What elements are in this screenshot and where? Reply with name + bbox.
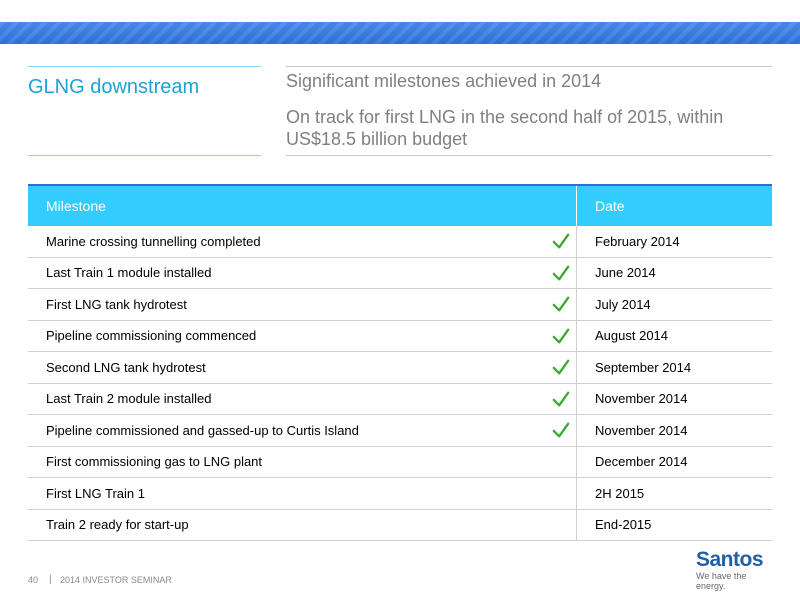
milestone-cell: Second LNG tank hydrotest bbox=[28, 351, 546, 384]
table-row: Pipeline commissioning commenced August 2… bbox=[28, 320, 772, 352]
status-cell bbox=[546, 226, 577, 258]
date-cell: 2H 2015 bbox=[576, 477, 772, 510]
status-cell bbox=[546, 320, 577, 352]
footer-separator: | bbox=[49, 574, 52, 585]
milestone-cell: Pipeline commissioning commenced bbox=[28, 320, 546, 352]
check-icon bbox=[552, 359, 570, 375]
status-cell bbox=[546, 351, 577, 384]
table-row: Marine crossing tunnelling completed Febr… bbox=[28, 226, 772, 258]
table-header-row: Milestone Date bbox=[28, 184, 772, 226]
table-row: Last Train 2 module installed November 20… bbox=[28, 383, 772, 415]
check-icon bbox=[552, 296, 570, 312]
check-icon bbox=[552, 422, 570, 438]
check-icon bbox=[552, 391, 570, 407]
check-icon bbox=[552, 328, 570, 344]
milestone-table: Milestone Date Marine crossing tunnellin… bbox=[28, 184, 772, 541]
milestone-cell: Train 2 ready for start-up bbox=[28, 509, 546, 541]
date-column-header: Date bbox=[576, 184, 772, 226]
date-cell: November 2014 bbox=[576, 414, 772, 447]
date-cell: December 2014 bbox=[576, 446, 772, 478]
date-cell: July 2014 bbox=[576, 288, 772, 321]
subtitle-rule-bottom bbox=[286, 155, 772, 156]
status-cell bbox=[546, 509, 577, 541]
table-row: First LNG tank hydrotest July 2014 bbox=[28, 288, 772, 321]
date-cell: February 2014 bbox=[576, 226, 772, 258]
milestone-cell: Last Train 2 module installed bbox=[28, 383, 546, 415]
santos-logo: Santos We have the energy. bbox=[696, 548, 776, 592]
top-banner-pattern bbox=[0, 22, 800, 44]
date-cell: End-2015 bbox=[576, 509, 772, 541]
title-rule-top bbox=[28, 66, 261, 67]
table-row: Second LNG tank hydrotest September 2014 bbox=[28, 351, 772, 384]
subtitle-rule-top bbox=[286, 66, 772, 67]
status-cell bbox=[546, 414, 577, 447]
table-row: Last Train 1 module installed June 2014 bbox=[28, 257, 772, 289]
top-banner bbox=[0, 0, 800, 44]
table-row: Pipeline commissioned and gassed-up to C… bbox=[28, 414, 772, 447]
date-cell: June 2014 bbox=[576, 257, 772, 289]
logo-tagline: We have the energy. bbox=[696, 571, 747, 591]
milestone-cell: First commissioning gas to LNG plant bbox=[28, 446, 546, 478]
title-rule-bottom bbox=[28, 155, 261, 156]
milestone-cell: Last Train 1 module installed bbox=[28, 257, 546, 289]
milestone-cell: First LNG Train 1 bbox=[28, 477, 546, 510]
subtitle-milestones: Significant milestones achieved in 2014 bbox=[286, 71, 602, 91]
check-icon bbox=[552, 233, 570, 249]
logo-name: Santos bbox=[696, 548, 764, 571]
table-row: Train 2 ready for start-up End-2015 bbox=[28, 509, 772, 541]
footer-event: 2014 INVESTOR SEMINAR bbox=[60, 575, 172, 585]
check-icon bbox=[552, 265, 570, 281]
status-cell bbox=[546, 257, 577, 289]
table-row: First commissioning gas to LNG plant Dece… bbox=[28, 446, 772, 478]
milestone-cell: Pipeline commissioned and gassed-up to C… bbox=[28, 414, 546, 447]
date-cell: August 2014 bbox=[576, 320, 772, 352]
page-title: GLNG downstream bbox=[28, 76, 200, 98]
milestone-column-header: Milestone bbox=[28, 184, 577, 226]
milestone-cell: Marine crossing tunnelling completed bbox=[28, 226, 546, 258]
date-cell: September 2014 bbox=[576, 351, 772, 384]
date-cell: November 2014 bbox=[576, 383, 772, 415]
table-row: First LNG Train 1 2H 2015 bbox=[28, 477, 772, 510]
milestone-cell: First LNG tank hydrotest bbox=[28, 288, 546, 321]
status-cell bbox=[546, 383, 577, 415]
status-cell bbox=[546, 477, 577, 510]
status-cell bbox=[546, 288, 577, 321]
page-number: 40 bbox=[28, 575, 39, 585]
subtitle-track: On track for first LNG in the second hal… bbox=[286, 107, 724, 149]
status-cell bbox=[546, 446, 577, 478]
